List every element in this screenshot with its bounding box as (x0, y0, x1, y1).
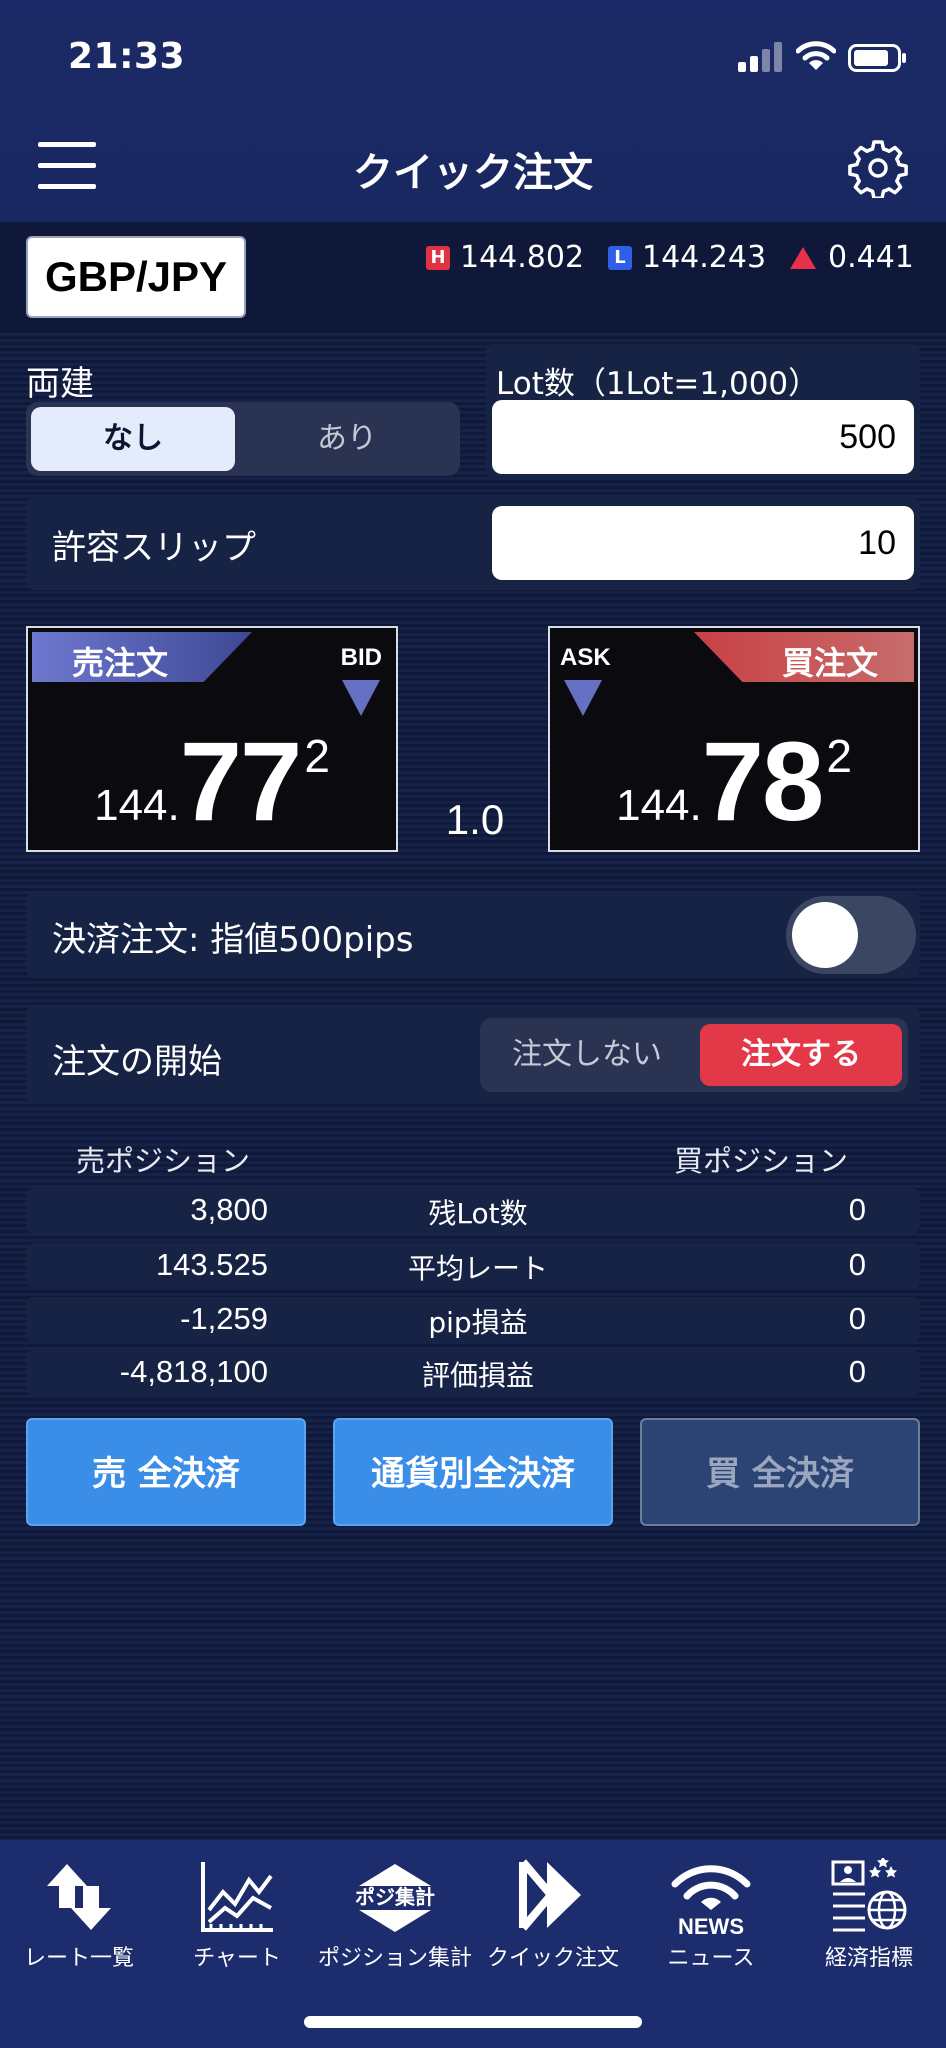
settlement-toggle[interactable] (786, 896, 916, 974)
bid-down-icon (342, 680, 380, 716)
currency-close-all-button[interactable]: 通貨別全決済 (333, 1418, 613, 1526)
hedge-option-yes[interactable]: あり (240, 407, 454, 471)
sell-value: 3,800 (190, 1192, 268, 1227)
high-value: 144.802 (460, 240, 585, 275)
order-start-on[interactable]: 注文する (700, 1024, 902, 1086)
bid-price: 144.772 (28, 717, 396, 846)
bid-label: BID (340, 644, 382, 671)
tab-chart[interactable]: チャート (158, 1852, 316, 1972)
tab-label: チャート (193, 1946, 281, 1971)
sell-close-all-button[interactable]: 売 全決済 (26, 1418, 306, 1526)
change-value: 0.441 (828, 240, 914, 275)
toggle-knob (792, 902, 858, 968)
bid-price-pips: 77 (179, 719, 303, 844)
buy-close-all-button[interactable]: 買 全決済 (640, 1418, 920, 1526)
order-start-off[interactable]: 注文しない (480, 1018, 694, 1092)
slip-input[interactable] (492, 506, 914, 580)
wifi-icon (796, 41, 836, 70)
hedge-option-none[interactable]: なし (31, 407, 235, 471)
sell-value: 143.525 (155, 1247, 268, 1282)
news-icon: NEWS (671, 1865, 751, 1936)
sell-value: -4,818,100 (119, 1354, 268, 1389)
row-label: 平均レート (407, 1252, 548, 1285)
ask-price-pips: 78 (701, 719, 825, 844)
order-start-label: 注文の開始 (52, 1042, 222, 1082)
row-label: 評価損益 (421, 1359, 534, 1392)
ask-price-int: 144. (616, 781, 702, 830)
lot-input[interactable] (492, 400, 914, 474)
tab-quick-order[interactable]: クイック注文 (474, 1852, 632, 1972)
quick-order-icon (519, 1859, 581, 1931)
sell-position-header: 売ポジション (76, 1144, 251, 1178)
tab-label: 経済指標 (824, 1946, 913, 1971)
buy-value: 0 (848, 1247, 866, 1282)
table-row: -4,818,100 評価損益 0 (26, 1350, 920, 1396)
buy-order-tab: 買注文 (694, 632, 914, 682)
buy-order-label: 買注文 (781, 644, 878, 682)
battery-icon (848, 44, 906, 72)
ask-price-fraction: 2 (826, 730, 852, 782)
tab-economic-indicators[interactable]: 経済指標 (790, 1852, 946, 1972)
sell-order-label: 売注文 (72, 644, 169, 682)
settlement-label: 決済注文: 指値500pips (52, 920, 414, 960)
sell-order-button[interactable]: 売注文 BID 144.772 (26, 626, 398, 852)
buy-value: 0 (848, 1354, 866, 1389)
low-price: L 144.243 (608, 240, 766, 275)
up-arrow-icon (790, 246, 816, 269)
news-icon-text: NEWS (678, 1914, 744, 1936)
table-row: -1,259 pip損益 0 (26, 1297, 920, 1343)
position-summary-icon: ポジ集計 (355, 1864, 435, 1932)
tab-position-summary[interactable]: ポジ集計 ポジション集計 (316, 1852, 474, 1972)
tab-label: ニュース (667, 1946, 755, 1971)
page-title: クイック注文 (353, 150, 593, 196)
sell-order-tab: 売注文 (32, 632, 252, 682)
high-badge: H (426, 245, 450, 270)
home-indicator[interactable] (304, 2016, 642, 2028)
tab-label: ポジション集計 (317, 1946, 472, 1971)
buy-position-header: 買ポジション (674, 1144, 849, 1178)
tab-label: レート一覧 (23, 1946, 134, 1971)
low-value: 144.243 (642, 240, 767, 275)
tab-news[interactable]: NEWS ニュース (632, 1852, 790, 1972)
high-price: H 144.802 (426, 240, 584, 275)
row-label: 残Lot数 (428, 1197, 528, 1230)
row-label: pip損益 (428, 1306, 528, 1339)
status-time: 21:33 (68, 36, 186, 77)
table-row: 3,800 残Lot数 0 (26, 1188, 920, 1234)
economic-indicator-icon (831, 1858, 907, 1932)
bid-price-fraction: 2 (304, 730, 330, 782)
currency-pair-button[interactable]: GBP/JPY (26, 236, 246, 318)
gear-icon[interactable] (848, 138, 908, 198)
bid-price-int: 144. (94, 781, 180, 830)
lot-label: Lot数（1Lot=1,000） (496, 366, 820, 402)
ask-price: 144.782 (550, 717, 918, 846)
low-badge: L (608, 245, 632, 270)
tab-label: クイック注文 (486, 1946, 619, 1971)
buy-value: 0 (848, 1192, 866, 1227)
table-row: 143.525 平均レート 0 (26, 1243, 920, 1289)
ask-label: ASK (560, 644, 611, 671)
slip-label: 許容スリップ (52, 528, 256, 568)
price-change: 0.441 (790, 240, 914, 275)
hedge-label: 両建 (26, 364, 94, 404)
cellular-signal-icon (738, 42, 782, 72)
buy-value: 0 (848, 1301, 866, 1336)
hedge-toggle: なし あり (26, 402, 460, 476)
buy-order-button[interactable]: 買注文 ASK 144.782 (548, 626, 920, 852)
chart-icon (201, 1862, 273, 1932)
ask-down-icon (564, 680, 602, 716)
sell-value: -1,259 (180, 1301, 268, 1336)
order-start-toggle: 注文しない 注文する (480, 1018, 908, 1092)
tab-rate-list[interactable]: レート一覧 (0, 1852, 158, 1972)
position-summary-icon-text: ポジ集計 (355, 1885, 435, 1909)
arrows-updown-icon (47, 1864, 111, 1930)
spread-value: 1.0 (445, 796, 505, 843)
